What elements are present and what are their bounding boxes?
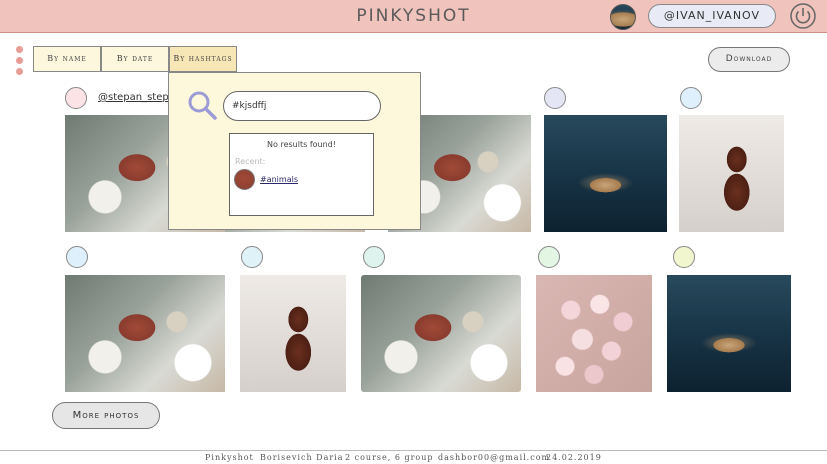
photo-turtle[interactable] <box>65 275 225 392</box>
photo-violin[interactable] <box>240 275 346 392</box>
more-menu-icon[interactable] <box>16 46 24 79</box>
footer-author: Borisevich Daria <box>260 453 344 462</box>
footer-email: dashbor00@gmail.com <box>438 453 551 462</box>
footer-date: 24.02.2019 <box>546 453 602 462</box>
hashtag-search-popup: No results found! Recent: #animals <box>168 72 421 230</box>
download-button[interactable]: Download <box>708 47 790 72</box>
tab-by-hashtags[interactable]: By hashtags <box>169 46 237 72</box>
recent-hashtag-link[interactable]: #animals <box>260 175 298 184</box>
user-avatar-circle[interactable] <box>538 246 560 268</box>
user-avatar-circle[interactable] <box>66 246 88 268</box>
recent-label: Recent: <box>235 157 266 166</box>
photo-octopus[interactable] <box>667 275 791 392</box>
no-results-text: No results found! <box>267 140 336 149</box>
user-avatar-circle[interactable] <box>680 87 702 109</box>
top-bar: PINKYSHOT @IVAN_IVANOV <box>0 0 827 33</box>
tab-by-name[interactable]: By name <box>33 46 101 72</box>
footer-app: Pinkyshot <box>205 453 254 462</box>
search-icon[interactable] <box>187 90 217 120</box>
power-icon[interactable] <box>790 3 816 29</box>
footer-course: 2 course, 6 group <box>345 453 434 462</box>
photo-turtle[interactable] <box>361 275 521 392</box>
hashtag-search-input[interactable] <box>223 91 381 121</box>
user-avatar-circle[interactable] <box>544 87 566 109</box>
footer: Pinkyshot Borisevich Daria 2 course, 6 g… <box>0 450 827 464</box>
more-photos-button[interactable]: More photos <box>52 402 160 429</box>
photo-violin[interactable] <box>679 115 784 232</box>
user-avatar-circle[interactable] <box>673 246 695 268</box>
photo-roses[interactable] <box>536 275 652 392</box>
user-avatar-circle[interactable] <box>65 87 87 109</box>
photo-octopus[interactable] <box>544 115 667 232</box>
tab-by-date[interactable]: By date <box>101 46 169 72</box>
user-avatar-circle[interactable] <box>241 246 263 268</box>
username-button[interactable]: @IVAN_IVANOV <box>648 4 776 28</box>
recent-hashtag-thumbnail[interactable] <box>234 169 255 190</box>
search-results-box: No results found! Recent: #animals <box>229 133 374 216</box>
user-avatar[interactable] <box>610 4 636 30</box>
user-avatar-circle[interactable] <box>363 246 385 268</box>
